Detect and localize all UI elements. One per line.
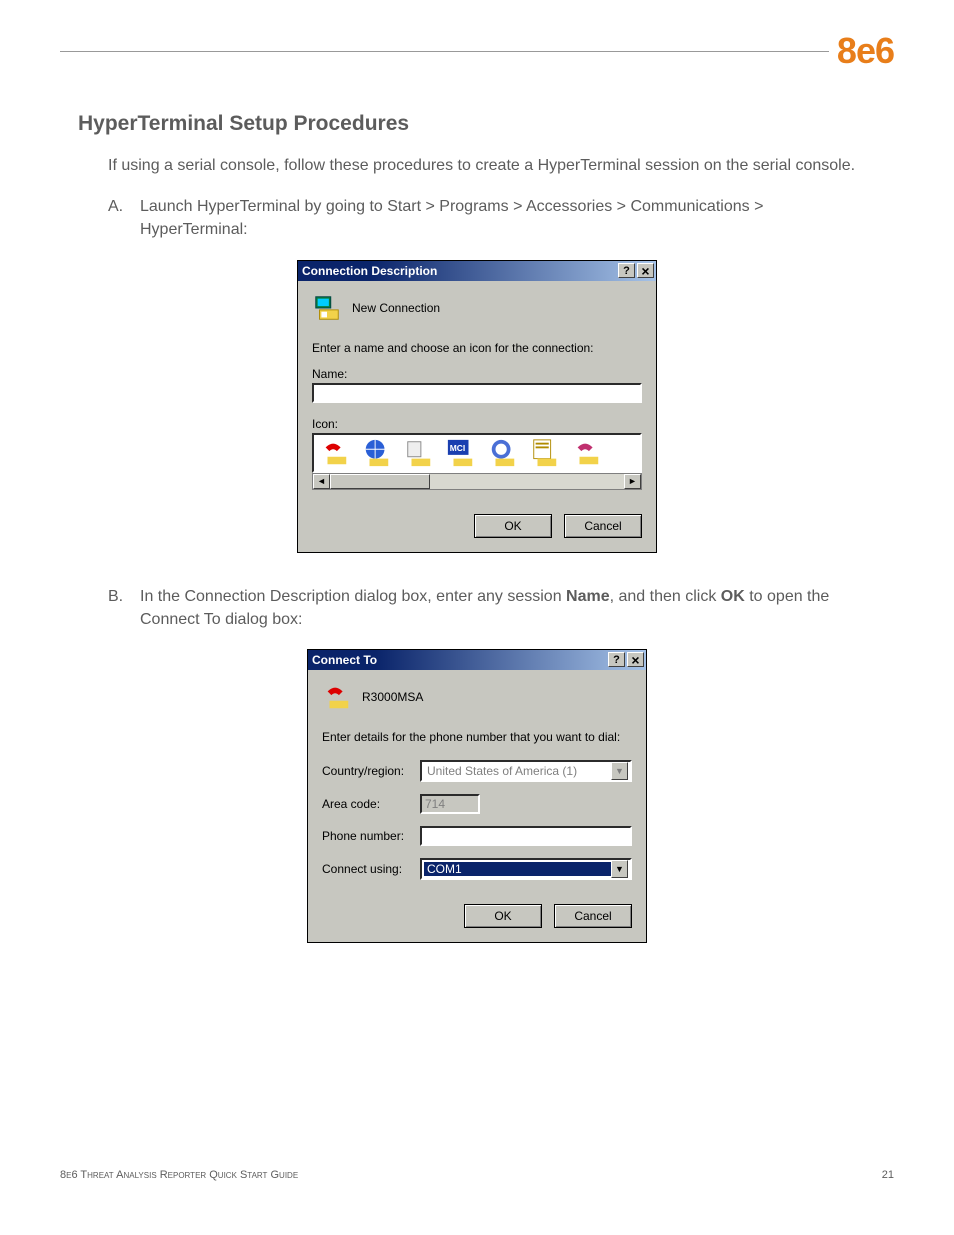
ge-round-icon[interactable] bbox=[488, 438, 518, 468]
icon-label: Icon: bbox=[312, 417, 642, 431]
globe-icon[interactable] bbox=[362, 438, 392, 468]
cancel-button[interactable]: Cancel bbox=[554, 904, 632, 928]
phone-number-input[interactable] bbox=[420, 826, 632, 846]
area-label: Area code: bbox=[322, 797, 412, 811]
phone-label: Phone number: bbox=[322, 829, 412, 843]
dialog1-prompt: Enter a name and choose an icon for the … bbox=[312, 341, 642, 355]
dropdown-icon: ▼ bbox=[611, 762, 628, 780]
name-input[interactable] bbox=[312, 383, 642, 403]
step-b-name: Name bbox=[566, 588, 610, 605]
connect-using-select[interactable]: COM1 ▼ bbox=[420, 858, 632, 880]
connection-description-dialog: Connection Description New Connection bbox=[297, 260, 657, 553]
brand-logo: 8e6 bbox=[837, 30, 894, 72]
new-connection-label: New Connection bbox=[352, 301, 440, 315]
country-label: Country/region: bbox=[322, 764, 412, 778]
doc-icon[interactable] bbox=[530, 438, 560, 468]
dialog1-title: Connection Description bbox=[302, 264, 618, 278]
mci-icon[interactable]: MCI bbox=[446, 438, 476, 468]
ok-button[interactable]: OK bbox=[464, 904, 542, 928]
footer-doc-title: 8e6 Threat Analysis Reporter Quick Start… bbox=[60, 1169, 298, 1181]
intro-text: If using a serial console, follow these … bbox=[108, 154, 868, 177]
session-name-label: R3000MSA bbox=[362, 690, 423, 704]
scroll-thumb[interactable] bbox=[330, 474, 430, 489]
step-b-pre: In the Connection Description dialog box… bbox=[140, 588, 566, 605]
help-icon[interactable] bbox=[608, 652, 625, 667]
step-a-marker: A. bbox=[108, 195, 130, 241]
scroll-right-icon[interactable]: ► bbox=[624, 474, 641, 489]
dialog1-titlebar[interactable]: Connection Description bbox=[298, 261, 656, 281]
svg-text:MCI: MCI bbox=[450, 443, 465, 453]
cancel-button[interactable]: Cancel bbox=[564, 514, 642, 538]
ok-button[interactable]: OK bbox=[474, 514, 552, 538]
close-icon[interactable] bbox=[627, 652, 644, 667]
icon-picker[interactable]: MCI bbox=[312, 433, 642, 473]
name-label: Name: bbox=[312, 367, 642, 381]
page-number: 21 bbox=[882, 1169, 894, 1181]
page-title: HyperTerminal Setup Procedures bbox=[78, 112, 894, 136]
dialog2-prompt: Enter details for the phone number that … bbox=[322, 730, 632, 744]
scroll-left-icon[interactable]: ◄ bbox=[313, 474, 330, 489]
connect-to-dialog: Connect To R3000MSA Enter details for th… bbox=[307, 649, 647, 943]
close-icon[interactable] bbox=[637, 263, 654, 278]
connect-using-label: Connect using: bbox=[322, 862, 412, 876]
step-b-text: In the Connection Description dialog box… bbox=[140, 585, 868, 631]
phone-red-icon[interactable] bbox=[320, 438, 350, 468]
country-value: United States of America (1) bbox=[424, 764, 611, 778]
connect-using-value: COM1 bbox=[424, 862, 611, 876]
dropdown-icon[interactable]: ▼ bbox=[611, 860, 628, 878]
connection-wizard-icon bbox=[312, 293, 342, 323]
area-code-input bbox=[420, 794, 480, 814]
step-b-marker: B. bbox=[108, 585, 130, 631]
step-a-text: Launch HyperTerminal by going to Start >… bbox=[140, 195, 868, 241]
dialog2-titlebar[interactable]: Connect To bbox=[308, 650, 646, 670]
step-b-mid: , and then click bbox=[610, 588, 721, 605]
phone-magenta-icon[interactable] bbox=[572, 438, 602, 468]
icon-scrollbar[interactable]: ◄ ► bbox=[312, 473, 642, 490]
header-rule bbox=[60, 51, 829, 52]
step-b-ok: OK bbox=[721, 588, 745, 605]
phone-gray-icon[interactable] bbox=[404, 438, 434, 468]
phone-red-icon bbox=[322, 682, 352, 712]
dialog2-title: Connect To bbox=[312, 653, 608, 667]
help-icon[interactable] bbox=[618, 263, 635, 278]
country-select: United States of America (1) ▼ bbox=[420, 760, 632, 782]
